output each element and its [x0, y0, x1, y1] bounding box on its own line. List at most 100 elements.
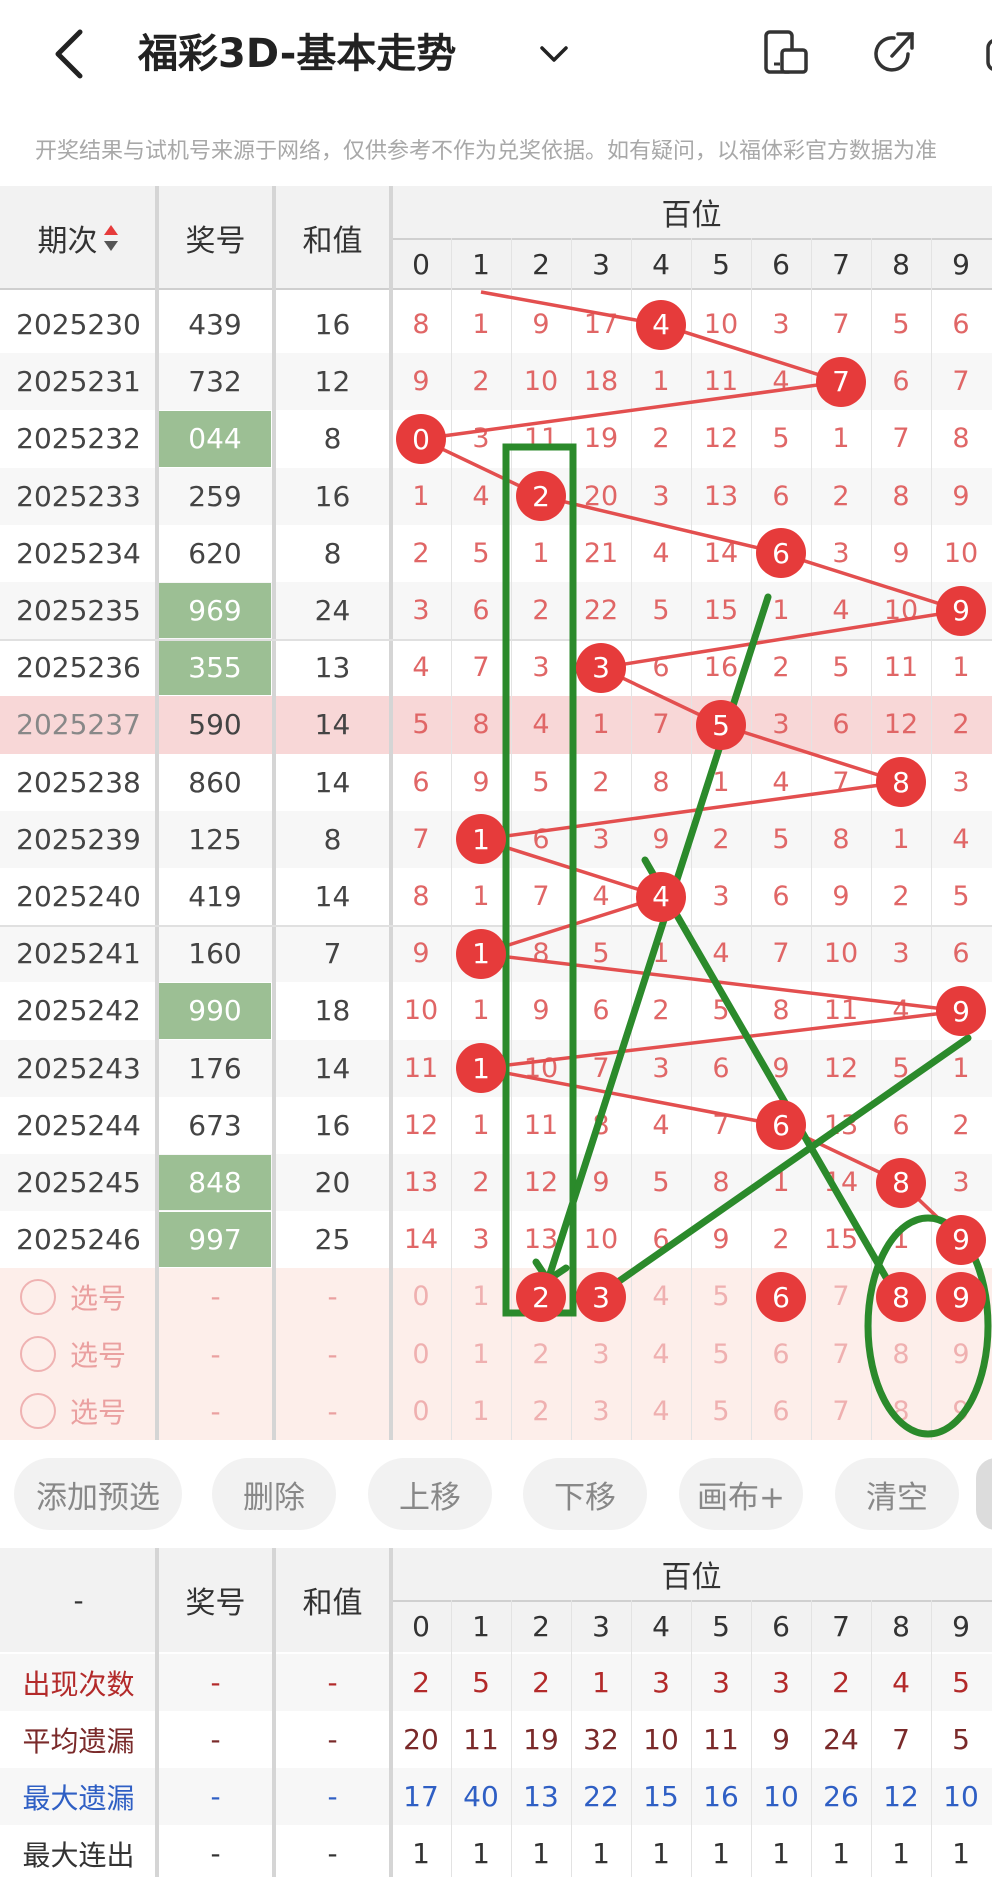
select-digit[interactable]: 7	[811, 1268, 871, 1325]
select-digit[interactable]: 1	[451, 1326, 511, 1383]
select-radio-icon[interactable]	[20, 1278, 56, 1315]
digit-header: 6	[772, 247, 790, 281]
miss-value: 6	[652, 1224, 670, 1256]
picked-ball[interactable]: 2	[516, 1272, 566, 1322]
select-digit[interactable]: 7	[811, 1383, 871, 1440]
action-button[interactable]: 清空	[835, 1458, 959, 1530]
chevron-down-icon	[540, 46, 568, 62]
miss-value: 8	[652, 766, 670, 798]
column-header-period[interactable]: 期次	[0, 186, 157, 290]
select-digit[interactable]: 8	[871, 1326, 931, 1383]
miss-value: 8	[412, 881, 430, 913]
select-digit[interactable]: 0	[391, 1383, 451, 1440]
select-digit[interactable]: 4	[631, 1326, 691, 1383]
miss-value: 1	[472, 1109, 490, 1141]
select-digit[interactable]: 0	[391, 1268, 451, 1325]
miss-value: 3	[772, 309, 790, 341]
select-digit[interactable]: 5	[691, 1268, 751, 1325]
picked-ball[interactable]: 9	[936, 1272, 986, 1322]
select-digit[interactable]: 6	[751, 1383, 811, 1440]
miss-value: 2	[772, 1224, 790, 1256]
hit-ball: 1	[456, 928, 506, 979]
select-digit[interactable]: 9	[931, 1326, 991, 1383]
select-digit[interactable]: 9	[931, 1383, 991, 1440]
more-button[interactable]	[976, 28, 992, 80]
select-digit[interactable]: 2	[511, 1383, 571, 1440]
miss-value: 1	[952, 1052, 970, 1084]
select-digit[interactable]: 5	[691, 1326, 751, 1383]
select-row-toggle[interactable]: 选号	[0, 1326, 157, 1383]
select-digit[interactable]: 1	[451, 1383, 511, 1440]
select-digit[interactable]: 1	[451, 1268, 511, 1325]
miss-value: 11	[883, 652, 919, 684]
header-bottom	[0, 288, 992, 290]
miss-value: 5	[892, 1052, 910, 1084]
action-button[interactable]: 删除	[212, 1458, 336, 1530]
select-row-toggle[interactable]: 选号	[0, 1268, 157, 1325]
stats-row-label: 最大连出	[22, 1838, 135, 1872]
miss-value: 4	[712, 938, 730, 970]
select-row-toggle[interactable]: 选号	[0, 1383, 157, 1440]
period-cell: 2025237	[16, 708, 141, 742]
stats-sum: -	[327, 1723, 338, 1756]
miss-value: 6	[952, 309, 970, 341]
stats-value: 12	[883, 1780, 919, 1813]
stats-value: 19	[523, 1723, 559, 1756]
miss-value: 8	[712, 1167, 730, 1199]
title-dropdown[interactable]	[534, 30, 574, 80]
select-radio-icon[interactable]	[20, 1336, 56, 1373]
select-digit[interactable]: 5	[691, 1383, 751, 1440]
stats-value: 2	[412, 1666, 430, 1699]
select-digit[interactable]: 3	[571, 1383, 631, 1440]
number-cell: 848	[159, 1155, 271, 1211]
select-digit[interactable]: 4	[631, 1383, 691, 1440]
action-button[interactable]: 下移	[523, 1458, 647, 1530]
select-digit[interactable]: 3	[571, 1326, 631, 1383]
hit-ball: 4	[636, 299, 686, 350]
miss-value: 8	[532, 938, 550, 970]
miss-value: 18	[583, 366, 619, 398]
stats-digit-divider	[691, 1600, 692, 1877]
miss-value: 9	[652, 823, 670, 855]
stats-digit-divider	[571, 1600, 572, 1877]
picked-ball[interactable]: 8	[876, 1272, 926, 1322]
rotate-button[interactable]	[760, 28, 812, 80]
picked-ball[interactable]: 3	[576, 1272, 626, 1322]
select-digit[interactable]: 8	[871, 1383, 931, 1440]
select-digit[interactable]: 6	[751, 1326, 811, 1383]
stats-value: 1	[892, 1837, 910, 1870]
page-title[interactable]: 福彩3D-基本走势	[138, 24, 456, 84]
stats-digit-divider	[931, 1600, 932, 1877]
back-button[interactable]	[50, 24, 90, 84]
miss-value: 21	[583, 537, 619, 569]
miss-value: 11	[703, 366, 739, 398]
miss-value: 3	[712, 881, 730, 913]
select-digit[interactable]: 0	[391, 1326, 451, 1383]
select-digit[interactable]: 2	[511, 1326, 571, 1383]
select-digit[interactable]: 4	[631, 1268, 691, 1325]
stats-value: 13	[523, 1780, 559, 1813]
miss-value: 2	[472, 1167, 490, 1199]
period-cell: 2025245	[16, 1166, 141, 1200]
miss-value: 10	[943, 537, 979, 569]
miss-value: 7	[472, 652, 490, 684]
picked-ball[interactable]: 6	[756, 1272, 806, 1322]
select-label: 选号	[70, 1396, 127, 1430]
select-radio-icon[interactable]	[20, 1393, 56, 1430]
column-header-number: 奖号	[185, 224, 246, 259]
action-button[interactable]: 添加预选	[14, 1458, 182, 1530]
action-button[interactable]: 上移	[368, 1458, 492, 1530]
action-button[interactable]: 画布+	[679, 1458, 803, 1530]
miss-value: 1	[892, 823, 910, 855]
share-button[interactable]	[868, 28, 920, 80]
miss-value: 6	[832, 709, 850, 741]
miss-value: 7	[592, 1052, 610, 1084]
miss-value: 8	[892, 480, 910, 512]
digit-divider	[811, 238, 812, 1440]
more-action-button[interactable]	[976, 1458, 992, 1530]
digit-divider	[751, 238, 752, 1440]
miss-value: 7	[532, 881, 550, 913]
stats-value: 2	[532, 1666, 550, 1699]
select-digit[interactable]: 7	[811, 1326, 871, 1383]
number-cell: 439	[188, 308, 242, 342]
